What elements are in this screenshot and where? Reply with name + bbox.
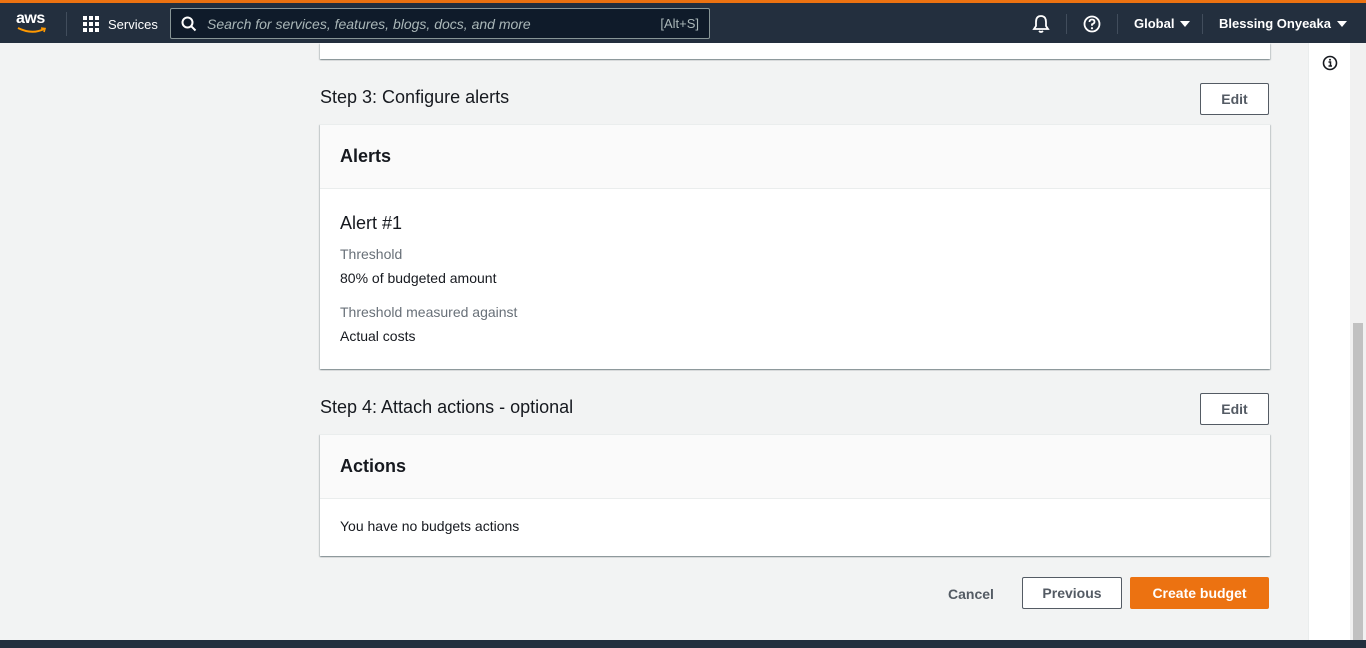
caret-down-icon (1180, 20, 1191, 27)
nav-divider (1117, 14, 1118, 34)
search-icon (181, 16, 197, 31)
region-label: Global (1134, 16, 1175, 31)
caret-down-icon (1337, 20, 1347, 27)
aws-logo[interactable]: aws (16, 10, 50, 38)
edit-step-4-button[interactable]: Edit (1200, 393, 1269, 425)
scrollbar-thumb[interactable] (1353, 323, 1363, 640)
help-panel-rail (1308, 43, 1350, 640)
top-navigation: aws Services [Alt+S] Global (0, 0, 1366, 43)
nav-divider (66, 12, 67, 36)
user-name: Blessing Onyeaka (1219, 16, 1331, 31)
help-icon[interactable] (1083, 15, 1101, 33)
previous-button[interactable]: Previous (1022, 577, 1122, 609)
threshold-label: Threshold (340, 246, 403, 262)
previous-step-card (320, 43, 1270, 59)
measured-against-value: Actual costs (340, 328, 416, 344)
actions-card: Actions You have no budgets actions (320, 434, 1270, 556)
alerts-card-header: Alerts (320, 125, 1270, 189)
services-menu-button[interactable]: Services (83, 12, 158, 36)
aws-logo-text: aws (16, 10, 45, 27)
create-budget-button[interactable]: Create budget (1130, 577, 1269, 609)
nav-divider (1066, 14, 1067, 34)
account-menu[interactable]: Blessing Onyeaka (1219, 16, 1347, 31)
search-input[interactable] (207, 15, 627, 32)
actions-empty-text: You have no budgets actions (340, 518, 520, 534)
step-3-title: Step 3: Configure alerts (320, 87, 510, 107)
bell-icon[interactable] (1032, 14, 1050, 34)
grid-icon (83, 16, 99, 32)
threshold-value: 80% of budgeted amount (340, 270, 497, 286)
alert-item: Alert #1 Threshold 80% of budgeted amoun… (320, 189, 1270, 344)
alerts-card: Alerts Alert #1 Threshold 80% of budgete… (320, 124, 1270, 369)
alert-title: Alert #1 (340, 213, 403, 233)
step-4-title: Step 4: Attach actions - optional (320, 397, 574, 417)
edit-step-3-button[interactable]: Edit (1200, 83, 1269, 115)
search-shortcut-hint: [Alt+S] (660, 16, 699, 31)
info-icon[interactable] (1322, 55, 1338, 71)
measured-against-label: Threshold measured against (340, 304, 518, 320)
scrollbar[interactable] (1350, 43, 1366, 640)
aws-smile-icon (17, 27, 47, 33)
services-label: Services (108, 16, 158, 32)
search-box[interactable]: [Alt+S] (170, 8, 710, 39)
actions-card-header: Actions (320, 435, 1270, 499)
footer-bar (0, 640, 1366, 648)
region-selector[interactable]: Global (1134, 16, 1191, 31)
nav-divider (1202, 14, 1203, 34)
cancel-button[interactable]: Cancel (940, 578, 1002, 609)
